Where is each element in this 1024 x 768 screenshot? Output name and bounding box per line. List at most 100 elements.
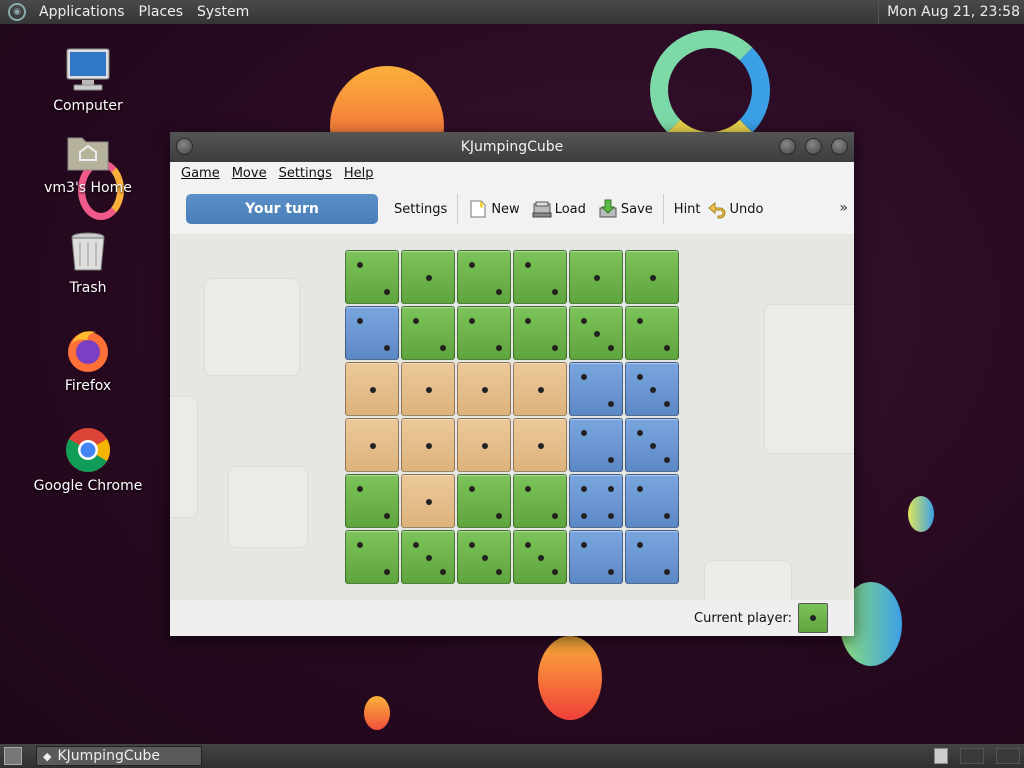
cube-dot xyxy=(482,555,488,561)
cube-tan[interactable] xyxy=(401,362,455,416)
workspace-1[interactable] xyxy=(934,748,948,764)
window-menu-button[interactable] xyxy=(176,138,193,155)
cube-blue[interactable] xyxy=(625,530,679,584)
show-desktop-icon[interactable] xyxy=(4,747,22,765)
desktop-icon-computer[interactable]: Computer xyxy=(28,46,148,114)
statusbar: Current player: xyxy=(170,600,854,636)
cube-green[interactable] xyxy=(457,250,511,304)
menu-applications[interactable]: Applications xyxy=(32,4,132,20)
cube-dot xyxy=(383,288,390,295)
cube-dot xyxy=(636,317,643,324)
computer-icon xyxy=(64,46,112,94)
menu-settings[interactable]: Settings xyxy=(273,166,338,181)
cube-dot xyxy=(810,615,816,621)
cube-tan[interactable] xyxy=(345,418,399,472)
cube-dot xyxy=(356,261,363,268)
cube-dot xyxy=(468,485,475,492)
toolbar-overflow-chevron-icon[interactable]: » xyxy=(839,200,848,216)
settings-button[interactable]: Settings xyxy=(388,194,453,224)
cube-green[interactable] xyxy=(569,250,623,304)
menu-game[interactable]: Game xyxy=(175,166,226,181)
cube-dot xyxy=(370,387,376,393)
cube-dot xyxy=(468,317,475,324)
cube-green[interactable] xyxy=(457,306,511,360)
cube-blue[interactable] xyxy=(625,418,679,472)
desktop-icon-chrome[interactable]: Google Chrome xyxy=(28,426,148,494)
cube-green[interactable] xyxy=(401,306,455,360)
cube-blue[interactable] xyxy=(625,474,679,528)
workspace-2[interactable] xyxy=(960,748,984,764)
menu-help[interactable]: Help xyxy=(338,166,380,181)
menu-move[interactable]: Move xyxy=(226,166,273,181)
clock[interactable]: Mon Aug 21, 23:58 xyxy=(878,0,1020,24)
load-icon xyxy=(532,199,552,219)
hint-button[interactable]: Hint xyxy=(668,194,707,224)
cube-green[interactable] xyxy=(625,250,679,304)
undo-button[interactable]: Undo xyxy=(707,194,770,224)
load-button[interactable]: Load xyxy=(526,194,592,224)
cube-green[interactable] xyxy=(345,474,399,528)
your-turn-button[interactable]: Your turn xyxy=(186,194,378,224)
cube-green[interactable] xyxy=(457,474,511,528)
cube-green[interactable] xyxy=(513,530,567,584)
cube-green[interactable] xyxy=(513,250,567,304)
cube-green[interactable] xyxy=(401,250,455,304)
cube-dot xyxy=(426,275,432,281)
close-button[interactable] xyxy=(831,138,848,155)
cube-dot xyxy=(426,387,432,393)
taskbar-item-kjumpingcube[interactable]: ◆ KJumpingCube xyxy=(36,746,202,766)
cube-green[interactable] xyxy=(625,306,679,360)
cube-dot xyxy=(468,541,475,548)
window-titlebar[interactable]: KJumpingCube xyxy=(170,132,854,162)
cube-tan[interactable] xyxy=(457,418,511,472)
cube-green[interactable] xyxy=(345,530,399,584)
background-decoration xyxy=(170,396,198,518)
new-button[interactable]: New xyxy=(462,194,525,224)
desktop-icon-home[interactable]: vm3's Home xyxy=(28,128,148,196)
cube-dot xyxy=(426,555,432,561)
chrome-icon xyxy=(64,426,112,474)
cube-tan[interactable] xyxy=(513,418,567,472)
cube-dot xyxy=(495,344,502,351)
cube-tan[interactable] xyxy=(401,418,455,472)
cube-tan[interactable] xyxy=(513,362,567,416)
cube-tan[interactable] xyxy=(457,362,511,416)
cube-dot xyxy=(495,288,502,295)
cube-green[interactable] xyxy=(401,530,455,584)
cube-blue[interactable] xyxy=(625,362,679,416)
cube-dot xyxy=(551,288,558,295)
desktop-icon-trash[interactable]: Trash xyxy=(28,228,148,296)
cube-blue[interactable] xyxy=(569,418,623,472)
cube-tan[interactable] xyxy=(401,474,455,528)
cube-dot xyxy=(412,541,419,548)
cube-dot xyxy=(426,443,432,449)
cube-tan[interactable] xyxy=(345,362,399,416)
toolbar-separator xyxy=(457,194,459,224)
cube-green[interactable] xyxy=(345,250,399,304)
cube-grid xyxy=(344,249,680,585)
desktop-icon-firefox[interactable]: Firefox xyxy=(28,326,148,394)
cube-blue[interactable] xyxy=(569,362,623,416)
cube-green[interactable] xyxy=(457,530,511,584)
menu-places[interactable]: Places xyxy=(132,4,191,20)
cube-green[interactable] xyxy=(569,306,623,360)
cube-dot xyxy=(356,317,363,324)
workspace-3[interactable] xyxy=(996,748,1020,764)
maximize-button[interactable] xyxy=(805,138,822,155)
background-decoration xyxy=(204,278,300,376)
cube-dot xyxy=(580,317,587,324)
cube-blue[interactable] xyxy=(569,530,623,584)
firefox-icon xyxy=(64,326,112,374)
minimize-button[interactable] xyxy=(779,138,796,155)
bottom-taskbar: ◆ KJumpingCube xyxy=(0,744,1024,768)
cube-blue[interactable] xyxy=(569,474,623,528)
cube-green[interactable] xyxy=(513,306,567,360)
menu-logo-icon[interactable]: ◉ xyxy=(8,3,26,21)
menu-system[interactable]: System xyxy=(190,4,256,20)
cube-dot xyxy=(663,456,670,463)
cube-green[interactable] xyxy=(513,474,567,528)
save-button[interactable]: Save xyxy=(592,194,659,224)
new-label: New xyxy=(491,201,520,217)
kjumpingcube-icon: ◆ xyxy=(43,749,52,763)
cube-blue[interactable] xyxy=(345,306,399,360)
